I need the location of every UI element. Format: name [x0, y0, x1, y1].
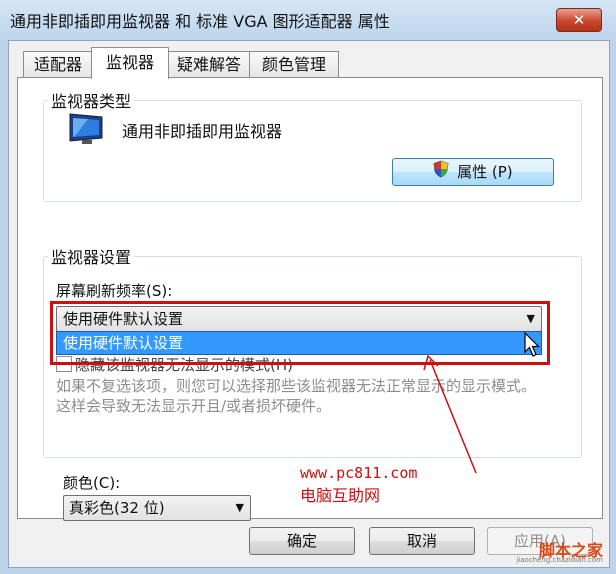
colors-select[interactable]: 真彩色(32 位) ▼: [63, 495, 251, 521]
colors-value: 真彩色(32 位): [69, 499, 165, 517]
tab-monitor[interactable]: 监视器: [91, 47, 169, 79]
tab-monitor-label: 监视器: [105, 53, 154, 72]
monitor-settings-label: 监视器设置: [48, 244, 135, 268]
cancel-button-label: 取消: [406, 532, 437, 550]
tab-troubleshoot-label: 疑难解答: [176, 55, 241, 74]
monitor-name: 通用非即插即用监视器: [122, 122, 283, 141]
properties-button-label: 属性 (P): [457, 163, 513, 181]
watermark-site-name: 电脑互助网: [300, 486, 381, 505]
tab-panel: 监视器类型 通用非即插即用监视器 属性 (P) 监视器设置 屏幕刷新频率(S):…: [17, 77, 603, 521]
refresh-rate-label: 屏幕刷新频率(S):: [56, 282, 173, 300]
close-button[interactable]: ✕: [556, 8, 602, 32]
corner-watermark-url: jiaocheng.chazidian.com: [516, 556, 603, 564]
watermark-url: www.pc811.com: [300, 464, 418, 482]
monitor-type-group: [43, 100, 582, 202]
tab-color-management-label: 颜色管理: [261, 55, 326, 74]
title-bar: 通用非即插即用监视器 和 标准 VGA 图形适配器 属性 ✕: [0, 0, 616, 40]
properties-button[interactable]: 属性 (P): [392, 158, 554, 186]
window-title: 通用非即插即用监视器 和 标准 VGA 图形适配器 属性: [10, 12, 390, 31]
shield-icon: [433, 160, 449, 186]
tab-color-management[interactable]: 颜色管理: [249, 51, 339, 78]
ok-button[interactable]: 确定: [249, 527, 355, 555]
monitor-icon: [66, 112, 106, 146]
dialog-body: 适配器 监视器 疑难解答 颜色管理 监视器类型 通用非即插即用监视器 属性 (P…: [8, 40, 610, 568]
tab-adapter-label: 适配器: [33, 55, 82, 74]
ok-button-label: 确定: [286, 532, 317, 550]
cancel-button[interactable]: 取消: [369, 527, 475, 555]
corner-watermark: 脚本之家 jiaocheng.chazidian.com: [489, 537, 605, 565]
tab-adapter[interactable]: 适配器: [23, 51, 93, 78]
annotation-arrow: [423, 354, 477, 474]
colors-label: 颜色(C):: [63, 474, 121, 492]
mouse-cursor-icon: [524, 331, 540, 358]
close-icon: ✕: [572, 11, 586, 29]
monitor-type-label: 监视器类型: [48, 88, 135, 112]
chevron-down-icon: ▼: [235, 501, 244, 514]
tab-troubleshoot[interactable]: 疑难解答: [167, 51, 251, 78]
